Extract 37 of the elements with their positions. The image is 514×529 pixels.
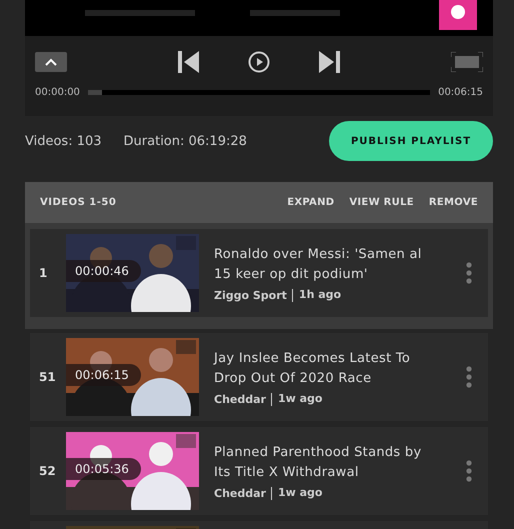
section-action-link[interactable]: VIEW RULE <box>349 197 414 208</box>
video-title: Ronaldo over Messi: 'Samen al 15 keer op dit podium' <box>214 246 423 284</box>
chevron-up-icon <box>44 58 58 66</box>
video-title: Jay Inslee Becomes Latest To Drop Out Of 2020 Race <box>214 350 412 388</box>
progress-bar[interactable] <box>88 90 430 95</box>
video-source: Ziggo Sport <box>214 288 287 302</box>
collapse-button[interactable] <box>35 52 67 72</box>
row-number: 52 <box>38 464 57 478</box>
section-title: VIDEOS 1-50 <box>40 197 116 208</box>
skip-forward-icon[interactable] <box>318 51 340 73</box>
more-icon[interactable] <box>466 460 472 482</box>
more-icon[interactable] <box>466 262 472 284</box>
duration-badge: 00:00:46 <box>66 260 141 282</box>
play-icon[interactable] <box>248 51 270 73</box>
total-time: 00:06:15 <box>438 87 483 98</box>
duration-badge: 00:06:15 <box>66 364 141 386</box>
more-icon[interactable] <box>466 366 472 388</box>
video-row[interactable]: 51 00:06:15 Jay Inslee Becomes Latest To Drop Out Of 2020 Race Cheddar 1w ago <box>30 333 488 421</box>
row-number: 51 <box>38 370 57 384</box>
skip-back-icon[interactable] <box>178 51 200 73</box>
row-number: 1 <box>38 266 48 280</box>
video-row[interactable]: 52 00:05:36 Planned Parenthood Stands by Its Title X Withdrawal Cheddar 1w ago <box>30 427 488 515</box>
video-source: Cheddar <box>214 486 266 500</box>
video-source: Cheddar <box>214 392 266 406</box>
duration-badge: 00:05:36 <box>66 458 141 480</box>
publish-button[interactable]: PUBLISH PLAYLIST <box>329 121 493 161</box>
video-row[interactable]: 1 00:00:46 Ronaldo over Messi: 'Samen al 15 keer op dit podium' Ziggo Sport 1h ago <box>30 229 488 317</box>
video-title: Planned Parenthood Stands by Its Title X Withdrawal <box>214 444 422 482</box>
total-duration: Duration: 06:19:28 <box>124 134 247 148</box>
elapsed-time: 00:00:00 <box>35 87 80 98</box>
video-age: 1h ago <box>292 288 342 302</box>
video-age: 1w ago <box>270 392 322 406</box>
video-age: 1w ago <box>270 486 322 500</box>
fullscreen-icon[interactable] <box>451 52 483 72</box>
section-action-link[interactable]: REMOVE <box>428 197 478 208</box>
section-action-link[interactable]: EXPAND <box>287 197 334 208</box>
video-count: Videos: 103 <box>25 134 102 148</box>
